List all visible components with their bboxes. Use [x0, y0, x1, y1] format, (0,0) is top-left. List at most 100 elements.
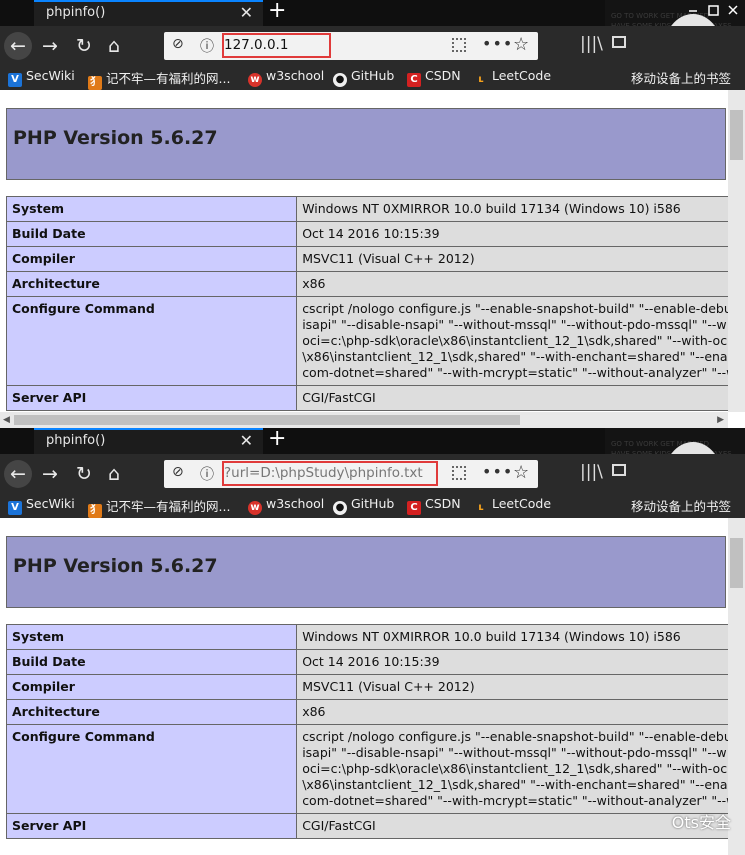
bookmark-label: GitHub: [351, 68, 395, 83]
vertical-scrollbar[interactable]: [728, 518, 745, 855]
back-icon[interactable]: ←: [4, 460, 32, 488]
bookmark-star-icon[interactable]: ☆: [513, 462, 529, 483]
bookmark-github[interactable]: ● GitHub: [333, 496, 394, 515]
mobile-bookmarks[interactable]: 移动设备上的书签: [631, 68, 731, 87]
browser-window-top: phpinfo() ✕ + GO TO WORK GET MARRIED HAV…: [0, 0, 745, 428]
reload-icon[interactable]: ↻: [70, 460, 98, 488]
bookmark-secwiki[interactable]: V SecWiki: [8, 496, 75, 515]
library-icon[interactable]: |||\: [580, 34, 603, 54]
nav-toolbar: ← → ↻ ⌂ ⊘ ⓘ 127.0.0.1 ••• ☆ |||\: [0, 26, 745, 66]
info-icon[interactable]: ⓘ: [200, 36, 214, 56]
bookmarks-toolbar: V SecWiki 犭记不牢—有福利的网... w w3school ● GitHub…: [0, 494, 745, 518]
table-row: Server API CGI/FastCGI: [5, 385, 745, 411]
bookmark-csdn[interactable]: C CSDN: [407, 496, 461, 515]
leetcode-icon: ʟ: [478, 502, 484, 513]
sidebar-icon[interactable]: [612, 36, 626, 48]
row-value: CGI/FastCGI: [296, 385, 745, 411]
row-key: System: [5, 196, 298, 222]
address-bar[interactable]: ⊘ ⓘ ?url=D:\phpStudy\phpinfo.txt ••• ☆: [164, 460, 538, 488]
mask-background-icon: GO TO WORK GET MARRIED HAVE SOME KIDS PA…: [605, 428, 745, 454]
bookmark-secwiki[interactable]: V SecWiki: [8, 68, 75, 87]
page-content: PHP Version 5.6.27 System Windows NT 0XMI…: [0, 90, 745, 428]
csdn-icon: C: [407, 73, 421, 87]
bookmark-w3school[interactable]: w w3school: [248, 68, 324, 87]
scrollbar-thumb[interactable]: [730, 110, 743, 160]
table-row: Compiler MSVC11 (Visual C++ 2012): [5, 674, 745, 700]
phpinfo-header: PHP Version 5.6.27: [6, 536, 726, 608]
table-row: Configure Command cscript /nologo configu…: [5, 724, 745, 814]
new-tab-icon[interactable]: +: [268, 428, 286, 451]
table-row: Architecture x86: [5, 271, 745, 297]
vertical-scrollbar[interactable]: [728, 90, 745, 412]
table-row: Server API CGI/FastCGI: [5, 813, 745, 839]
mobile-bookmarks[interactable]: 移动设备上的书签: [631, 496, 731, 515]
w3school-icon: w: [248, 73, 262, 87]
back-icon[interactable]: ←: [4, 32, 32, 60]
bookmark-w3school[interactable]: w w3school: [248, 496, 324, 515]
forward-icon[interactable]: →: [36, 460, 64, 488]
scroll-left-icon[interactable]: ◀: [3, 415, 10, 425]
mask-background-icon: GO TO WORK GET MARRIED HAVE SOME KIDS PA…: [605, 0, 745, 26]
bookmark-label: SecWiki: [26, 496, 75, 511]
watermark-text: Ots安全: [671, 813, 731, 832]
home-icon[interactable]: ⌂: [100, 460, 128, 488]
tab-title: phpinfo(): [46, 433, 106, 448]
new-tab-icon[interactable]: +: [268, 0, 286, 23]
bookmark-fuli[interactable]: 犭记不牢—有福利的网...: [88, 496, 230, 518]
browser-window-bottom: phpinfo() ✕ + GO TO WORK GET MARRIED HAV…: [0, 428, 745, 855]
bookmark-label: GitHub: [351, 496, 395, 511]
github-icon: ●: [333, 501, 347, 515]
qr-code-icon[interactable]: [452, 466, 466, 480]
qr-code-icon[interactable]: [452, 38, 466, 52]
row-value: Oct 14 2016 10:15:39: [296, 649, 745, 675]
row-key: Compiler: [5, 246, 298, 272]
bookmark-label: 记不牢—有福利的网...: [106, 499, 231, 514]
scrollbar-thumb[interactable]: [14, 415, 520, 425]
table-row: Architecture x86: [5, 699, 745, 725]
row-value: cscript /nologo configure.js "--enable-s…: [296, 724, 745, 814]
tab-phpinfo[interactable]: phpinfo() ✕: [34, 0, 263, 26]
tab-phpinfo[interactable]: phpinfo() ✕: [34, 428, 263, 454]
leetcode-icon: ʟ: [478, 74, 484, 85]
info-icon[interactable]: ⓘ: [200, 464, 214, 484]
more-actions-icon[interactable]: •••: [482, 462, 513, 481]
address-bar[interactable]: ⊘ ⓘ 127.0.0.1 ••• ☆: [164, 32, 538, 60]
table-row: System Windows NT 0XMIRROR 10.0 build 171…: [5, 196, 745, 222]
row-value: Oct 14 2016 10:15:39: [296, 221, 745, 247]
bookmark-label: LeetCode: [492, 68, 552, 83]
row-key: Configure Command: [5, 296, 298, 386]
tab-strip: phpinfo() ✕ + GO TO WORK GET MARRIED HAV…: [0, 428, 745, 454]
bookmark-label: LeetCode: [492, 496, 552, 511]
more-actions-icon[interactable]: •••: [482, 34, 513, 53]
row-value: Windows NT 0XMIRROR 10.0 build 17134 (Wi…: [296, 196, 745, 222]
fox-icon: 犭: [88, 504, 102, 518]
bookmarks-toolbar: V SecWiki 犭记不牢—有福利的网... w w3school ● GitHub…: [0, 66, 745, 90]
tracking-protection-icon[interactable]: ⊘: [172, 36, 184, 52]
scroll-right-icon[interactable]: ▶: [717, 415, 724, 425]
close-icon[interactable]: ✕: [240, 3, 253, 22]
bookmark-csdn[interactable]: C CSDN: [407, 68, 461, 87]
bookmark-leetcode[interactable]: ʟ LeetCode: [474, 496, 551, 515]
home-icon[interactable]: ⌂: [100, 32, 128, 60]
sidebar-icon[interactable]: [612, 464, 626, 476]
phpinfo-table: System Windows NT 0XMIRROR 10.0 build 171…: [5, 196, 745, 411]
row-value: cscript /nologo configure.js "--enable-s…: [296, 296, 745, 386]
scrollbar-thumb[interactable]: [730, 538, 743, 588]
reload-icon[interactable]: ↻: [70, 32, 98, 60]
secwiki-icon: V: [8, 501, 22, 515]
bookmark-label: w3school: [266, 68, 325, 83]
library-icon[interactable]: |||\: [580, 462, 603, 482]
row-key: Build Date: [5, 221, 298, 247]
bookmark-fuli[interactable]: 犭记不牢—有福利的网...: [88, 68, 230, 90]
bookmark-label: CSDN: [425, 68, 461, 83]
bookmark-star-icon[interactable]: ☆: [513, 34, 529, 55]
bookmark-leetcode[interactable]: ʟ LeetCode: [474, 68, 551, 87]
forward-icon[interactable]: →: [36, 32, 64, 60]
url-highlight-box: [222, 461, 438, 486]
bookmark-github[interactable]: ● GitHub: [333, 68, 394, 87]
row-key: Architecture: [5, 699, 298, 725]
tracking-protection-icon[interactable]: ⊘: [172, 464, 184, 480]
secwiki-icon: V: [8, 73, 22, 87]
close-icon[interactable]: ✕: [240, 431, 253, 450]
horizontal-scrollbar[interactable]: ◀ ▶: [0, 412, 728, 428]
